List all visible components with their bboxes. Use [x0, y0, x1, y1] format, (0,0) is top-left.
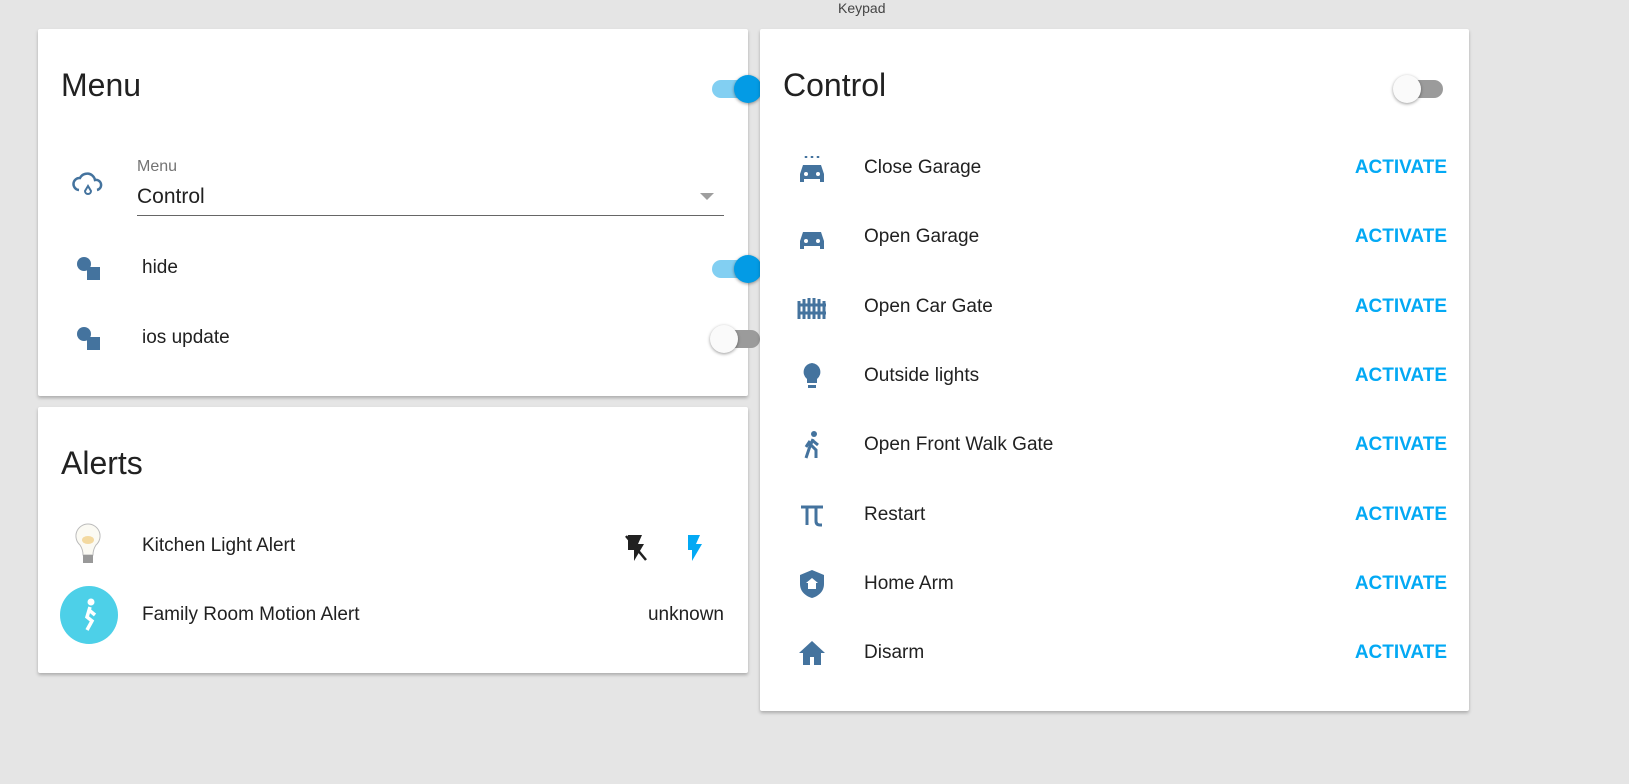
menu-select[interactable]: Menu Control — [137, 155, 724, 216]
weather-cloud-icon — [68, 165, 108, 205]
gate-icon — [792, 287, 832, 327]
activate-button[interactable]: ACTIVATE — [1355, 365, 1447, 387]
activate-button[interactable]: ACTIVATE — [1355, 226, 1447, 248]
motion-sensor-icon — [60, 586, 118, 644]
list-item: Kitchen Light Alert — [38, 521, 748, 571]
item-label: hide — [142, 257, 178, 278]
item-label: Disarm — [864, 642, 925, 664]
control-row: Home Arm ACTIVATE — [760, 559, 1469, 609]
view-title: Keypad — [838, 0, 886, 16]
activate-button[interactable]: ACTIVATE — [1355, 434, 1447, 456]
item-label: Close Garage — [864, 157, 982, 178]
activate-button[interactable]: ACTIVATE — [1355, 157, 1447, 179]
control-row: Open Car Gate ACTIVATE — [760, 282, 1469, 332]
control-row: Close Garage ACTIVATE — [760, 143, 1469, 193]
item-label: Family Room Motion Alert — [142, 604, 360, 625]
hide-toggle[interactable] — [710, 253, 762, 283]
item-label: Kitchen Light Alert — [142, 535, 296, 556]
control-row: Open Garage ACTIVATE — [760, 212, 1469, 262]
card-title: Control — [783, 67, 887, 103]
activate-button[interactable]: ACTIVATE — [1355, 573, 1447, 595]
list-item: ios update — [38, 313, 760, 363]
shapes-icon — [68, 318, 108, 358]
item-label: Restart — [864, 503, 926, 525]
garage-close-icon — [792, 148, 832, 188]
control-row: Disarm ACTIVATE — [760, 628, 1469, 678]
control-card: Control Close Garage ACTIVATE Open Garag… — [760, 29, 1469, 711]
card-title: Menu — [61, 67, 142, 103]
control-row: Restart ACTIVATE — [760, 490, 1469, 540]
flash-icon[interactable] — [684, 533, 704, 568]
lightbulb-image-icon — [68, 523, 108, 566]
chevron-down-icon — [700, 193, 714, 200]
list-item: hide — [38, 243, 762, 293]
select-value: Control — [137, 185, 205, 208]
activate-button[interactable]: ACTIVATE — [1355, 642, 1447, 664]
activate-button[interactable]: ACTIVATE — [1355, 504, 1447, 526]
flash-off-icon[interactable] — [623, 533, 649, 568]
list-item: Family Room Motion Alert unknown — [38, 586, 748, 644]
alerts-card: Alerts Kitchen Light Alert Family Room M… — [38, 407, 748, 673]
select-label: Menu — [137, 158, 178, 175]
pi-icon — [792, 495, 832, 535]
item-label: Outside lights — [864, 364, 980, 386]
ios-update-toggle[interactable] — [710, 323, 762, 353]
home-icon — [792, 633, 832, 673]
item-label: Open Front Walk Gate — [864, 434, 1054, 456]
walk-icon — [792, 425, 832, 465]
shapes-icon — [68, 248, 108, 288]
menu-card: Menu Menu Control hide ios update — [38, 29, 762, 396]
car-icon — [792, 217, 832, 257]
control-row: Open Front Walk Gate ACTIVATE — [760, 420, 1469, 470]
shield-home-icon — [792, 564, 832, 604]
state-value: unknown — [647, 604, 724, 625]
card-toggle[interactable] — [710, 73, 762, 103]
item-label: Home Arm — [864, 572, 954, 594]
card-toggle[interactable] — [1393, 73, 1445, 103]
card-title: Alerts — [61, 445, 143, 481]
item-label: Open Car Gate — [864, 295, 993, 317]
item-label: ios update — [142, 327, 230, 348]
lightbulb-icon — [792, 356, 832, 396]
control-row: Outside lights ACTIVATE — [760, 351, 1469, 401]
activate-button[interactable]: ACTIVATE — [1355, 296, 1447, 318]
item-label: Open Garage — [864, 226, 980, 248]
